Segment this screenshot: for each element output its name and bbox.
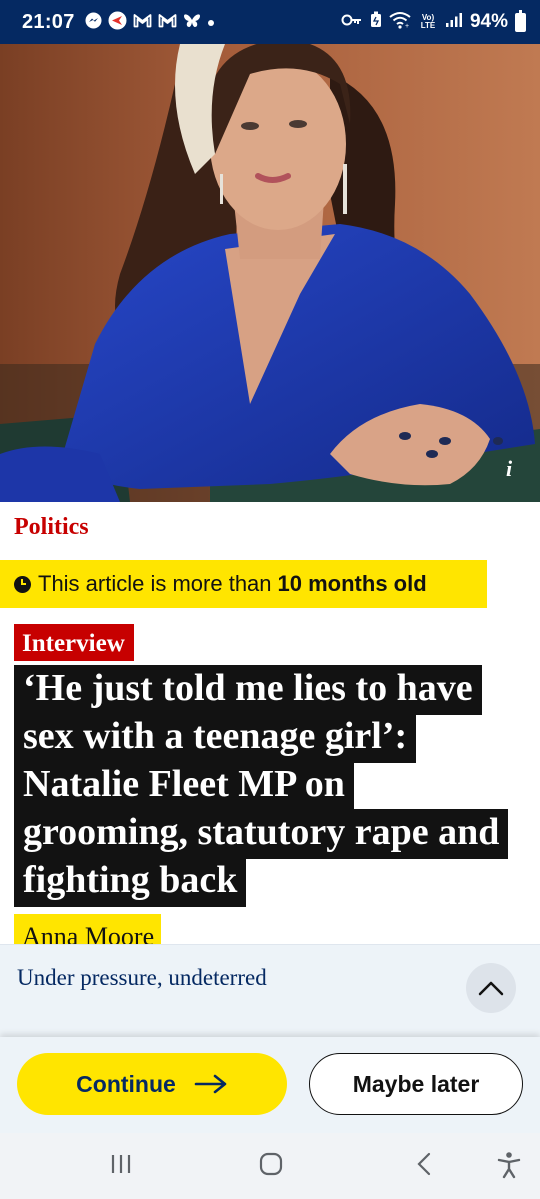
headline-text: ‘He just told me lies to have sex with a… [14, 665, 509, 907]
continue-button[interactable]: Continue [17, 1053, 287, 1115]
volte-icon: Vo) LTE [420, 13, 436, 30]
accessibility-icon[interactable] [496, 1151, 522, 1184]
recent-apps-icon[interactable] [108, 1151, 134, 1182]
chevron-up-icon [478, 981, 504, 996]
svg-text:+: + [405, 23, 409, 29]
hero-image[interactable]: i [0, 44, 540, 502]
notification-icons [85, 11, 215, 33]
back-icon[interactable] [412, 1151, 438, 1182]
wifi-icon: + [389, 11, 411, 34]
byline[interactable]: Anna Moore [14, 914, 162, 951]
home-icon[interactable] [258, 1151, 284, 1182]
support-banner: Under pressure, undeterred [0, 944, 540, 1037]
expand-button[interactable] [466, 963, 516, 1013]
battery-percent: 94% [469, 11, 508, 32]
article-kicker: Interview [14, 624, 134, 661]
arrow-right-icon [194, 1074, 227, 1094]
clock-icon [14, 575, 31, 593]
lock-icon [370, 11, 382, 33]
continue-label: Continue [76, 1070, 176, 1097]
status-bar: 21:07 + Vo) LTE 94% [0, 0, 540, 44]
section-label[interactable]: Politics [14, 514, 89, 541]
image-info-icon[interactable]: i [492, 452, 526, 486]
portrait-illustration [0, 44, 540, 502]
support-actions: Continue Maybe later [0, 1037, 540, 1133]
status-time: 21:07 [22, 10, 75, 33]
messenger-icon [85, 12, 102, 32]
age-warning-duration: 10 months old [277, 571, 427, 596]
gmail-icon [133, 13, 152, 31]
key-icon [341, 13, 363, 32]
app-icon [108, 11, 127, 33]
support-title: Under pressure, undeterred [17, 965, 267, 990]
gmail-icon [158, 13, 177, 31]
article-age-warning: This article is more than 10 months old [0, 560, 487, 608]
signal-icon [445, 12, 463, 33]
dot-icon [207, 15, 215, 30]
age-warning-text: This article is more than [38, 571, 272, 596]
article-headline: ‘He just told me lies to have sex with a… [14, 664, 514, 907]
maybe-later-button[interactable]: Maybe later [309, 1053, 523, 1115]
battery-icon [515, 9, 526, 32]
system-nav-bar [0, 1133, 540, 1199]
butterfly-icon [183, 13, 201, 32]
